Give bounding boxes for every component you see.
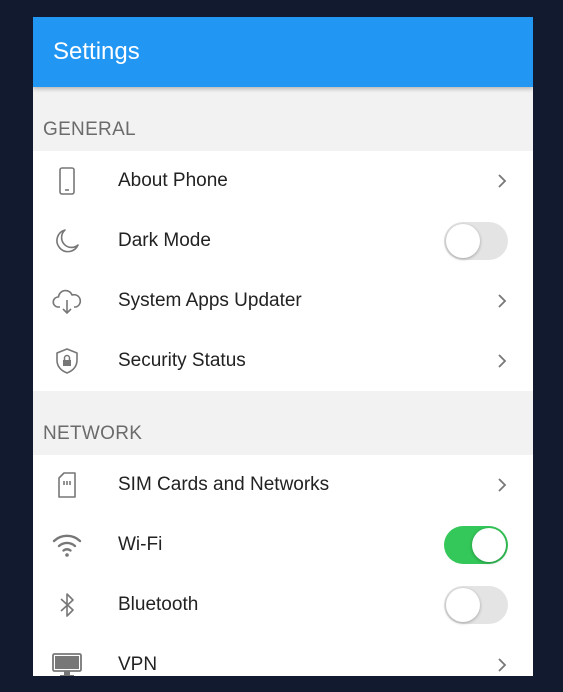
settings-item-security-status[interactable]: Security Status: [33, 331, 533, 391]
chevron-right-icon: [495, 171, 509, 191]
phone-icon: [51, 165, 83, 197]
settings-item-label: SIM Cards and Networks: [118, 474, 330, 495]
settings-item-label: About Phone: [118, 170, 228, 191]
toggle-knob: [446, 588, 480, 622]
page-title: Settings: [53, 38, 140, 65]
wifi-toggle[interactable]: [444, 526, 508, 564]
moon-icon: [51, 225, 83, 257]
shield-lock-icon: [51, 345, 83, 377]
monitor-icon: [51, 649, 83, 676]
section-header-network: NETWORK: [33, 391, 533, 455]
settings-item-label: Security Status: [118, 350, 246, 371]
bluetooth-icon: [51, 589, 83, 621]
dark-mode-toggle[interactable]: [444, 222, 508, 260]
settings-item-wifi[interactable]: Wi-Fi: [33, 515, 533, 575]
settings-item-sim-cards[interactable]: SIM Cards and Networks: [33, 455, 533, 515]
bluetooth-toggle[interactable]: [444, 586, 508, 624]
app-bar: Settings: [33, 17, 533, 87]
section-header-label: NETWORK: [43, 423, 143, 444]
settings-item-bluetooth[interactable]: Bluetooth: [33, 575, 533, 635]
settings-item-label: Bluetooth: [118, 594, 199, 615]
section-header-label: GENERAL: [43, 119, 136, 140]
general-list: About Phone Dark Mode System Apps Update…: [33, 151, 533, 391]
settings-item-dark-mode[interactable]: Dark Mode: [33, 211, 533, 271]
chevron-right-icon: [495, 475, 509, 495]
section-header-general: GENERAL: [33, 87, 533, 151]
chevron-right-icon: [495, 351, 509, 371]
settings-item-about-phone[interactable]: About Phone: [33, 151, 533, 211]
cloud-download-icon: [51, 285, 83, 317]
settings-item-vpn[interactable]: VPN: [33, 635, 533, 676]
settings-item-label: VPN: [118, 654, 158, 675]
chevron-right-icon: [495, 655, 509, 675]
settings-item-system-apps-updater[interactable]: System Apps Updater: [33, 271, 533, 331]
settings-item-label: Wi-Fi: [118, 534, 163, 555]
settings-item-label: System Apps Updater: [118, 290, 302, 311]
toggle-knob: [472, 528, 506, 562]
sim-card-icon: [51, 469, 83, 501]
network-list: SIM Cards and Networks Wi-Fi Bluetooth V…: [33, 455, 533, 676]
chevron-right-icon: [495, 291, 509, 311]
settings-screen: Settings GENERAL About Phone Dark Mode S…: [33, 17, 533, 676]
wifi-icon: [51, 529, 83, 561]
settings-item-label: Dark Mode: [118, 230, 211, 251]
toggle-knob: [446, 224, 480, 258]
